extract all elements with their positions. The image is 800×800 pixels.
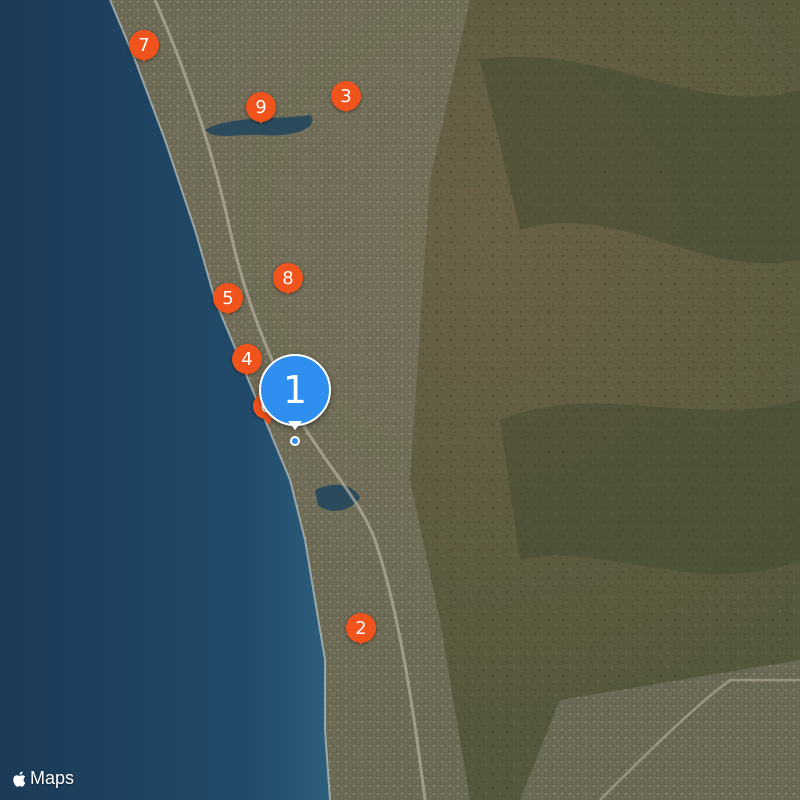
pin-pointer [356,637,366,645]
map-view[interactable]: 7 9 3 8 5 4 6 2 1 Maps [0,0,800,800]
pin-pointer [223,307,233,315]
pin-pointer [288,421,302,430]
pin-pointer [263,417,273,425]
satellite-imagery [0,0,800,800]
pin-pointer [341,105,351,113]
maps-attribution[interactable]: Maps [12,768,74,789]
apple-logo-icon [13,771,26,787]
pin-pointer [256,116,266,124]
maps-label: Maps [30,768,75,788]
location-dot [290,436,300,446]
pin-pointer [283,287,293,295]
pin-label: 1 [259,354,331,426]
pin-pointer [242,368,252,376]
pin-pointer [139,54,149,62]
